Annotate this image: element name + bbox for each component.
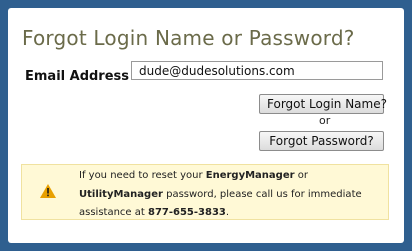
email-label: Email Address bbox=[25, 69, 130, 84]
notice-box: If you need to reset your EnergyManager … bbox=[21, 164, 389, 220]
notice-text: If you need to reset your EnergyManager … bbox=[79, 167, 379, 223]
forgot-password-button[interactable]: Forgot Password? bbox=[259, 131, 384, 151]
page-title: Forgot Login Name or Password? bbox=[22, 26, 355, 50]
forgot-credentials-dialog: Forgot Login Name or Password? Email Add… bbox=[8, 8, 404, 243]
warning-icon bbox=[40, 184, 56, 198]
phone-number: 877-655-3833 bbox=[147, 207, 226, 218]
forgot-login-name-button[interactable]: Forgot Login Name? bbox=[259, 94, 387, 114]
email-field[interactable] bbox=[131, 61, 383, 80]
notice-part1: If you need to reset your bbox=[79, 170, 206, 181]
utilitymanager-product: UtilityManager bbox=[79, 188, 163, 200]
energymanager-product: EnergyManager bbox=[205, 170, 295, 181]
or-separator: or bbox=[319, 114, 331, 127]
notice-part4: . bbox=[225, 207, 230, 218]
notice-part2: or bbox=[294, 170, 308, 181]
